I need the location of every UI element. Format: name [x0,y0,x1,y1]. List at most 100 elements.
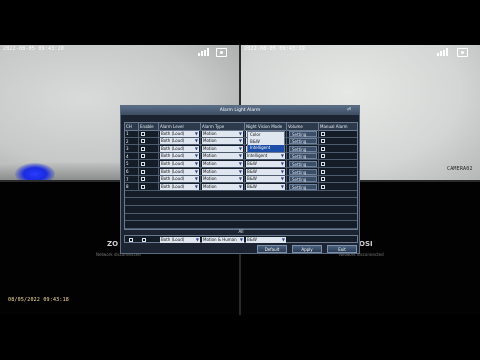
alarm-type-value: Motion [203,130,217,136]
col-enable: Enable [139,123,159,130]
night-vision-value: B&W [247,160,257,166]
night-vision-dropdown-list[interactable]: Color B&W Intelligent [247,131,285,153]
row-enable-cell [139,183,159,191]
alarm-light-dialog: Alarm Light Alarm ⏎ CH Enable Alarm Leve… [120,105,360,254]
row-volume-cell: Setting [287,175,319,183]
alarm-table: CH Enable Alarm Level Alarm Type Night V… [124,122,358,230]
volume-setting-button[interactable]: Setting [289,138,317,145]
alarm-level-value: Both (Loud) [161,130,185,136]
alarm-type-value: Motion [203,153,217,159]
row-level-cell: Both (Loud) ▼ [159,137,201,145]
manual-alarm-checkbox[interactable] [321,146,325,151]
chevron-down-icon: ▼ [238,176,242,182]
night-vision-select[interactable]: B&W ▼ [246,183,285,190]
manual-alarm-checkbox[interactable] [321,184,325,189]
manual-alarm-checkbox[interactable] [321,177,325,182]
night-vision-value: B&W [247,176,257,182]
all-enable-checkbox[interactable] [142,237,146,242]
enable-checkbox[interactable] [141,139,145,144]
alarm-level-select[interactable]: Both (Loud) ▼ [160,183,199,190]
enable-checkbox[interactable] [141,131,145,136]
alarm-level-value: Both (Loud) [161,168,185,174]
volume-setting-button[interactable]: Setting [289,176,317,183]
alarm-level-select[interactable]: Both (Loud) ▼ [160,168,199,175]
letterbox-bottom [0,315,480,360]
col-manual-alarm: Manual Alarm [320,124,348,129]
enable-checkbox[interactable] [141,177,145,182]
alarm-level-value: Both (Loud) [161,160,185,166]
col-volume: Volume [287,123,319,130]
row-type-cell: Motion ▼ [201,168,245,175]
cam3-timestamp-bottom: 08/05/2022 09:43:18 [8,297,69,303]
manual-alarm-checkbox[interactable] [321,154,325,159]
chevron-down-icon: ▼ [194,176,198,182]
empty-row [125,198,357,206]
alarm-type-select[interactable]: Motion ▼ [202,153,243,160]
alarm-type-select[interactable]: Motion ▼ [202,145,243,152]
enable-checkbox[interactable] [141,184,145,189]
night-vision-select[interactable]: B&W ▼ [246,168,285,175]
row-volume-cell: Setting [287,137,319,145]
night-vision-select[interactable]: Intelligent ▼ [246,153,285,160]
volume-setting-button[interactable]: Setting [289,160,317,167]
alarm-type-select[interactable]: Motion ▼ [202,168,243,175]
row-mode-cell: B&W ▼ [245,183,287,191]
alarm-level-select[interactable]: Both (Loud) ▼ [160,130,199,137]
col-night-vision: Night Vision Mode [245,123,287,130]
all-alarm-type-select[interactable]: Motion & Human ▼ [202,236,244,243]
manual-alarm-checkbox[interactable] [321,169,325,174]
night-vision-select[interactable]: B&W ▼ [246,176,285,183]
alarm-level-select[interactable]: Both (Loud) ▼ [160,138,199,145]
dropdown-option-intelligent[interactable]: Intelligent [248,145,284,152]
blue-light-glow [15,163,55,180]
alarm-level-select[interactable]: Both (Loud) ▼ [160,145,199,152]
volume-setting-button[interactable]: Setting [289,145,317,152]
chevron-down-icon: ▼ [194,168,198,174]
default-button[interactable]: Default [257,245,287,253]
row-type-cell: Motion ▼ [201,183,245,191]
manual-alarm-checkbox[interactable] [321,161,325,166]
table-row: 4 Both (Loud) ▼ Motion ▼ Intelligent ▼ Setting [125,152,357,161]
row-enable-cell [139,168,159,175]
manual-alarm-checkbox[interactable] [321,139,325,144]
all-night-vision-select[interactable]: B&W ▼ [246,236,286,243]
volume-setting-button[interactable]: Setting [289,130,317,137]
row-mode-cell: B&W ▼ [245,160,287,168]
night-vision-select[interactable]: B&W ▼ [246,160,285,167]
enable-checkbox[interactable] [141,146,145,151]
return-icon[interactable]: ⏎ [347,106,351,115]
alarm-level-select[interactable]: Both (Loud) ▼ [160,153,199,160]
alarm-type-select[interactable]: Motion ▼ [202,160,243,167]
row-volume-cell: Setting [287,160,319,168]
signal-icon [437,48,451,56]
chevron-down-icon: ▼ [238,168,242,174]
volume-setting-button[interactable]: Setting [289,168,317,175]
row-enable-cell [139,137,159,145]
volume-setting-button[interactable]: Setting [289,183,317,190]
all-alarm-level-select[interactable]: Both (Loud) ▼ [160,236,200,243]
alarm-type-select[interactable]: Motion ▼ [202,130,243,137]
exit-button[interactable]: Exit [327,245,357,253]
enable-checkbox[interactable] [141,169,145,174]
row-level-cell: Both (Loud) ▼ [159,145,201,153]
chevron-down-icon: ▼ [280,153,284,159]
enable-checkbox[interactable] [141,161,145,166]
manual-alarm-checkbox[interactable] [321,131,325,136]
row-ch: 3 [125,145,139,153]
enable-checkbox[interactable] [141,154,145,159]
apply-button[interactable]: Apply [292,245,322,253]
alarm-type-select[interactable]: Motion ▼ [202,176,243,183]
volume-setting-button[interactable]: Setting [289,153,317,160]
alarm-level-select[interactable]: Both (Loud) ▼ [160,176,199,183]
row-ch: 8 [125,183,139,191]
row-manual-cell [319,130,359,137]
row-type-cell: Motion ▼ [201,145,245,153]
row-ch: 4 [125,152,139,160]
chevron-down-icon: ▼ [194,145,198,151]
alarm-level-select[interactable]: Both (Loud) ▼ [160,160,199,167]
alarm-type-select[interactable]: Motion ▼ [202,138,243,145]
col-alarm-type: Alarm Type [201,123,245,130]
alarm-type-select[interactable]: Motion ▼ [202,183,243,190]
all-ch-checkbox[interactable] [129,237,133,242]
chevron-down-icon: ▼ [194,160,198,166]
